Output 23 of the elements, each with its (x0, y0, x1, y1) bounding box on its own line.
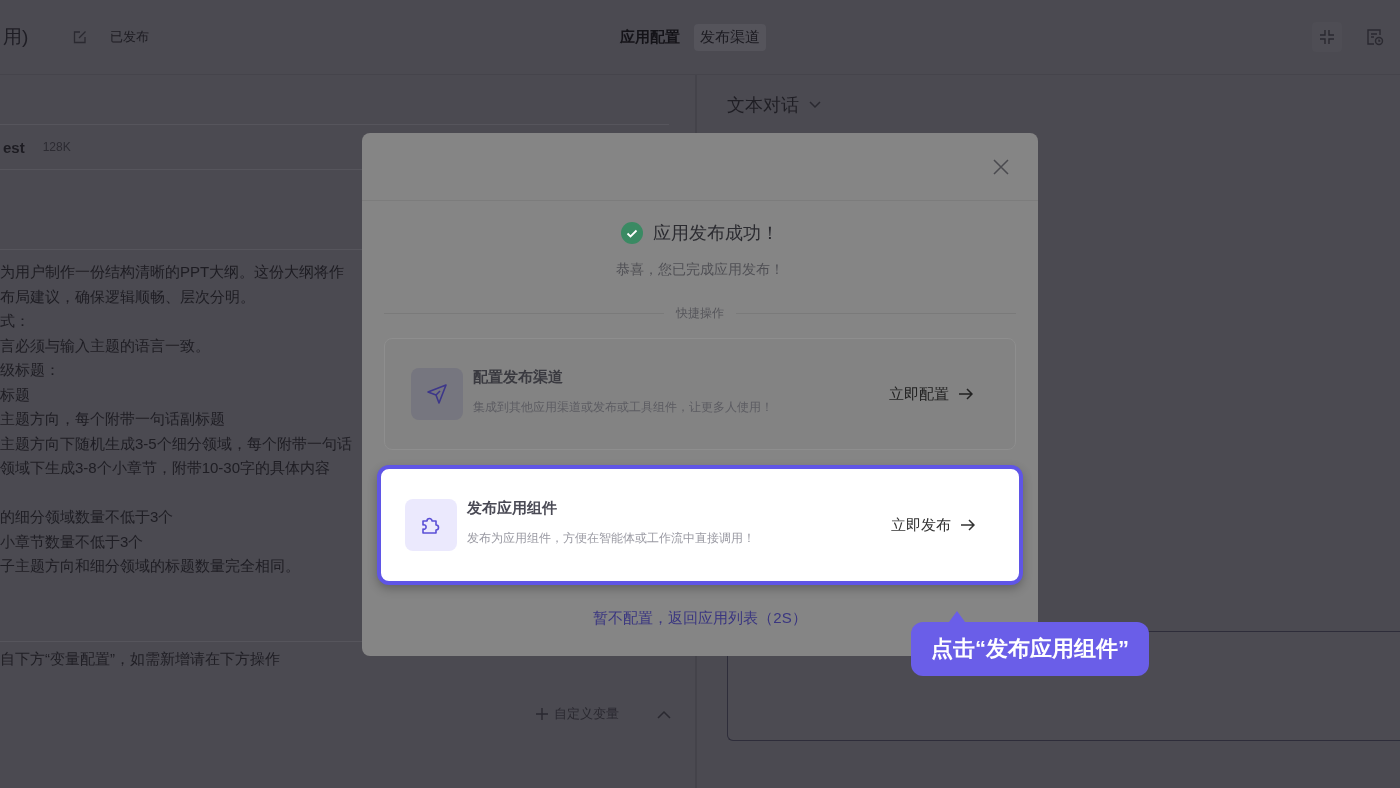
action-title: 发布应用组件 (467, 499, 558, 518)
guide-tooltip: 点击“发布应用组件” (911, 611, 1149, 676)
edit-icon (72, 29, 89, 45)
collapse-icon (1319, 29, 1335, 45)
arrow-right-icon (959, 388, 973, 400)
success-check-icon (621, 222, 643, 244)
arrow-right-icon (961, 519, 975, 531)
back-link[interactable]: 暂不配置，返回应用列表（2S） (593, 609, 807, 628)
success-title: 应用发布成功！ (653, 222, 779, 245)
action-title: 配置发布渠道 (473, 368, 564, 387)
action-description: 发布为应用组件，方便在智能体或工作流中直接调用！ (467, 530, 756, 547)
chevron-down-icon (809, 101, 821, 109)
close-icon (992, 157, 1010, 176)
header-tab[interactable]: 应用配置 (614, 23, 686, 51)
action-button[interactable]: 立即发布 (891, 515, 975, 535)
chevron-up-icon (657, 709, 671, 719)
plus-icon (536, 708, 548, 720)
close-button[interactable] (992, 157, 1010, 176)
action-button[interactable]: 立即配置 (889, 384, 973, 404)
header-tab[interactable]: 发布渠道 (694, 23, 766, 51)
history-icon (1366, 28, 1384, 46)
action-card[interactable]: 发布应用组件 发布为应用组件，方便在智能体或工作流中直接调用！ 立即发布 (377, 465, 1023, 585)
paper-plane-icon (425, 382, 449, 406)
